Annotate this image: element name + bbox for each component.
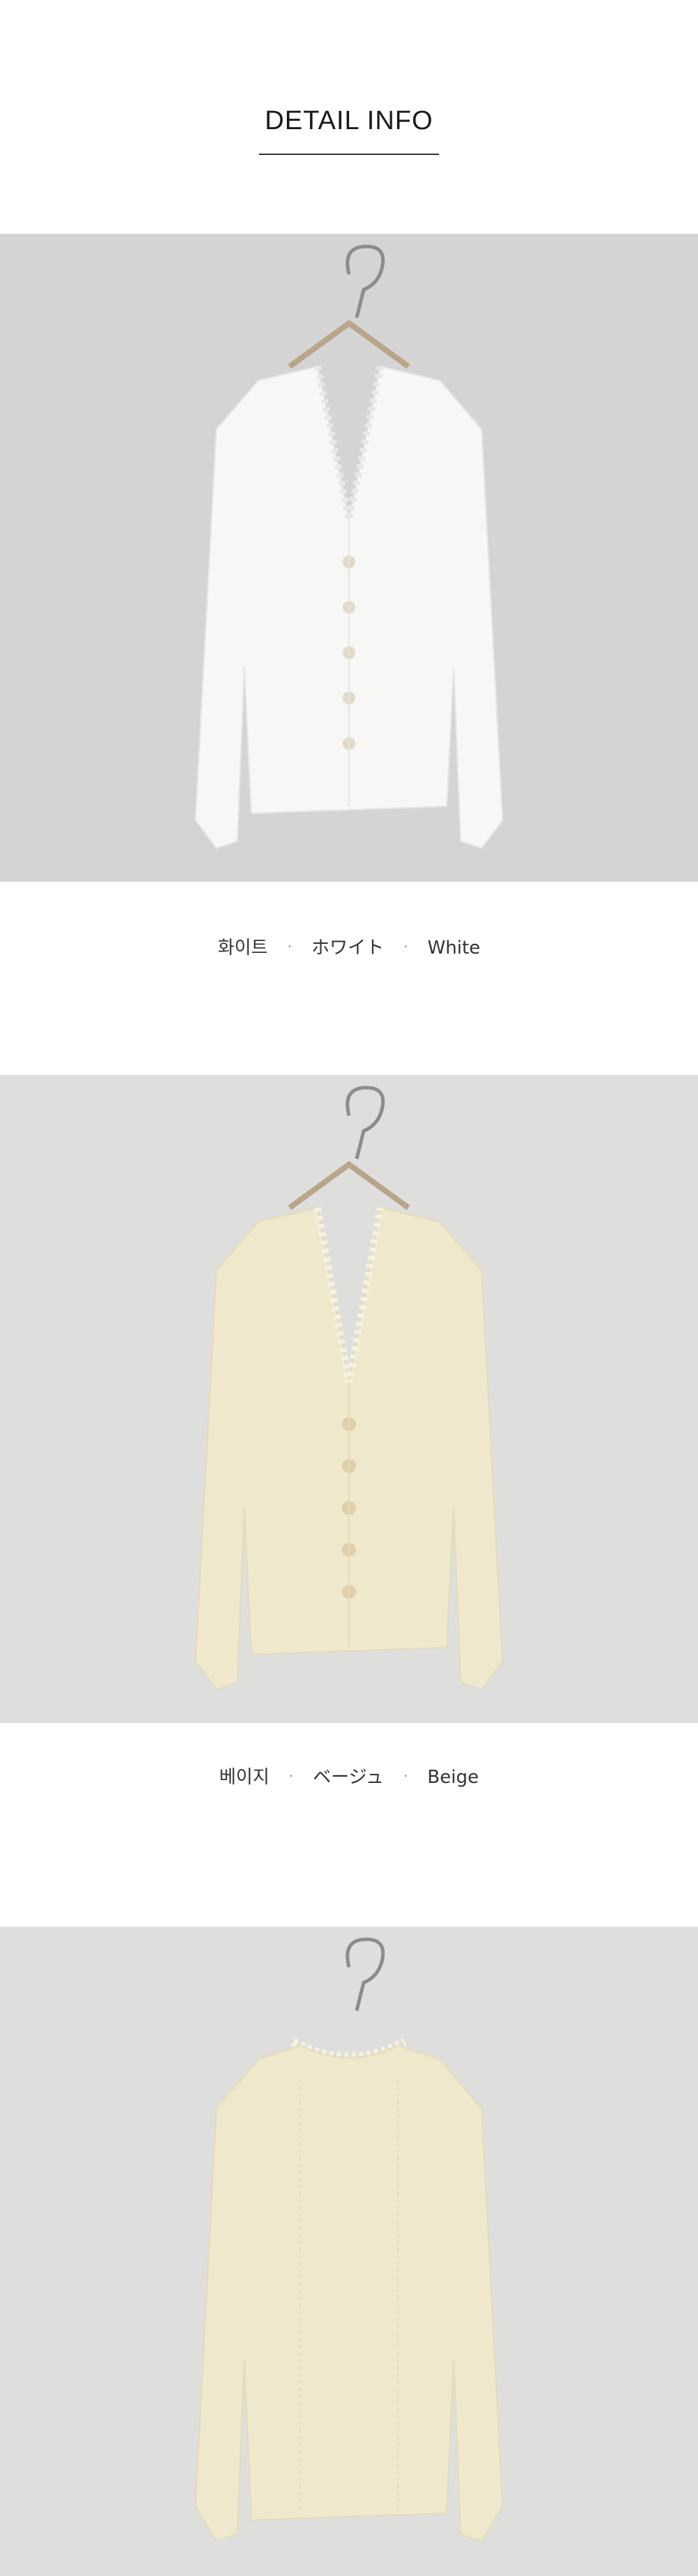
caption-separator: · — [403, 938, 408, 955]
product-photo-beige-back — [0, 1927, 698, 2576]
blouse-front-icon — [194, 244, 504, 850]
caption-separator: · — [287, 938, 292, 955]
caption-separator: · — [288, 1768, 294, 1784]
caption-separator: · — [403, 1768, 408, 1784]
caption-english: White — [427, 938, 481, 958]
color-caption-white: 화이트 · ホワイト · White — [0, 933, 698, 959]
blouse-front-icon — [194, 1086, 504, 1691]
product-photo-beige — [0, 1075, 698, 1723]
caption-japanese: ホワイト — [311, 938, 385, 958]
caption-korean: 베이지 — [219, 1767, 269, 1788]
blouse-back-icon — [194, 1937, 504, 2542]
detail-info-header: DETAIL INFO — [0, 0, 698, 234]
color-caption-beige: 베이지 · ベージュ · Beige — [0, 1763, 698, 1789]
caption-korean: 화이트 — [217, 938, 268, 958]
title-underline — [259, 154, 439, 155]
page-title: DETAIL INFO — [265, 106, 433, 135]
product-photo-white — [0, 234, 698, 882]
caption-english: Beige — [427, 1767, 479, 1788]
caption-japanese: ベージュ — [313, 1767, 384, 1788]
